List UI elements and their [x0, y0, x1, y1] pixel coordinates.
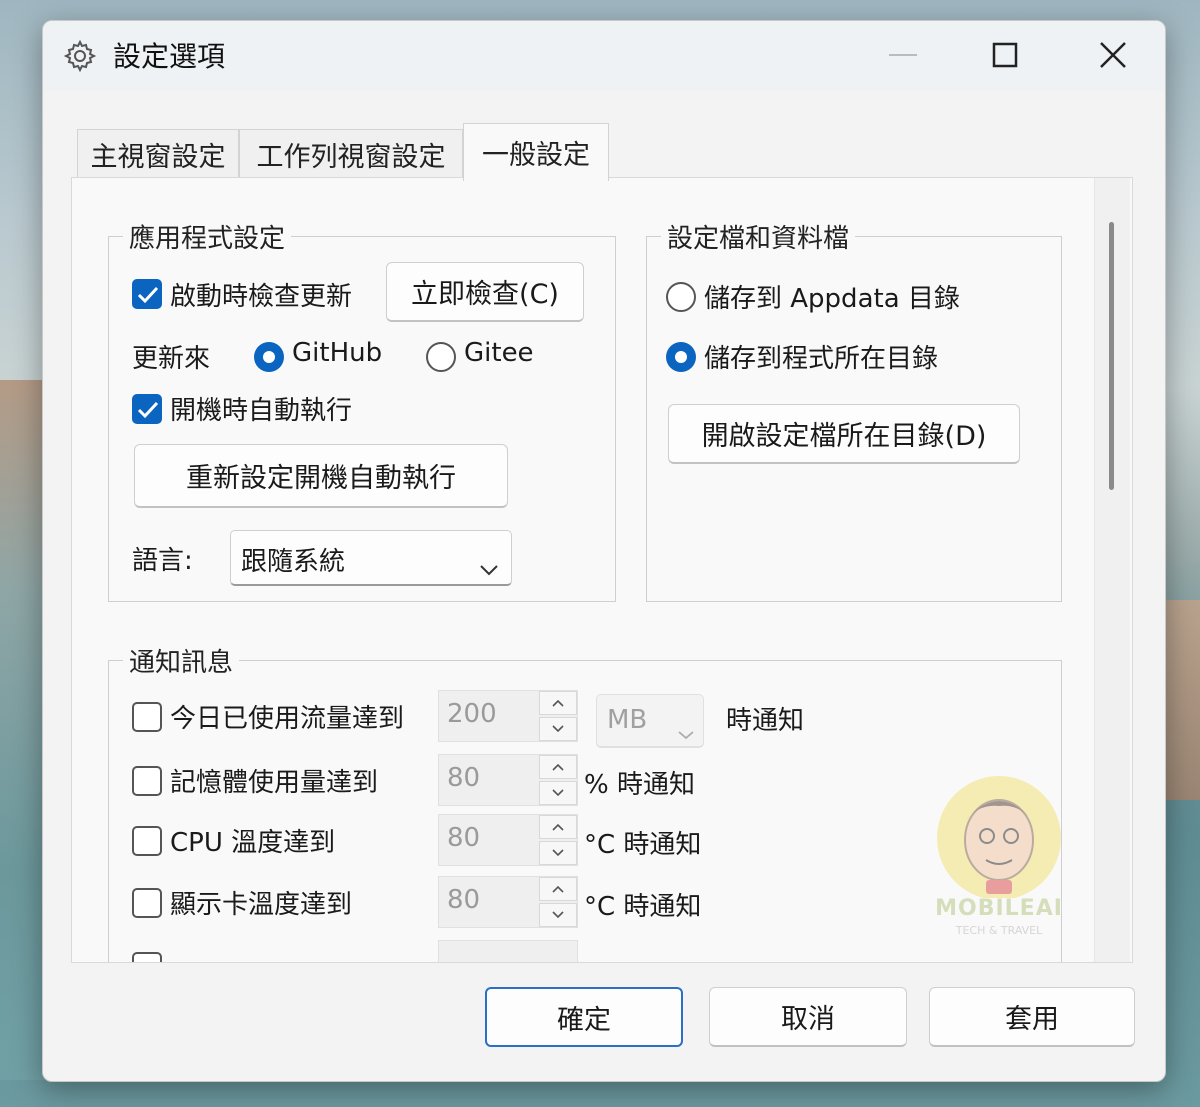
config-files-title: 設定檔和資料檔	[661, 218, 856, 255]
gpu-temp-spinner[interactable]: 80	[438, 876, 578, 928]
check-now-button[interactable]: 立即檢查(C)	[386, 262, 584, 322]
traffic-unit-select[interactable]: MB	[596, 694, 704, 748]
update-source-label: 更新來	[132, 344, 211, 374]
avatar-icon	[937, 776, 1061, 900]
appdata-label: 儲存到 Appdata 目錄	[704, 284, 960, 314]
spin-down-icon[interactable]	[539, 841, 577, 865]
spin-down-icon[interactable]	[539, 781, 577, 805]
program-dir-label: 儲存到程式所在目錄	[704, 344, 939, 374]
traffic-suffix: 時通知	[726, 706, 805, 736]
traffic-unit: MB	[607, 705, 648, 735]
gpu-temp-label: 顯示卡溫度達到	[170, 890, 353, 920]
check-update-checkbox[interactable]	[132, 279, 162, 309]
ok-button[interactable]: 確定	[485, 987, 683, 1047]
background-right	[1162, 600, 1200, 800]
settings-dialog: 設定選項 主視窗設定 工作列視窗設定 一般設定 應用程式設定 啟動時檢查更新 立…	[42, 20, 1166, 1082]
traffic-value: 200	[447, 699, 497, 729]
gitee-label: Gitee	[464, 338, 534, 368]
spin-up-icon[interactable]	[539, 755, 577, 779]
general-settings-panel: 應用程式設定 啟動時檢查更新 立即檢查(C) 更新來 GitHub Gitee …	[71, 177, 1133, 963]
spin-up-icon[interactable]	[539, 877, 577, 901]
maximize-button[interactable]	[973, 31, 1037, 79]
cpu-temp-suffix: °C 時通知	[584, 830, 702, 860]
memory-value: 80	[447, 763, 481, 793]
traffic-label: 今日已使用流量達到	[170, 704, 405, 734]
gpu-temp-value: 80	[447, 885, 481, 915]
memory-checkbox[interactable]	[132, 766, 162, 796]
gpu-temp-checkbox[interactable]	[132, 888, 162, 918]
gpu-temp-suffix: °C 時通知	[584, 892, 702, 922]
partial-row-checkbox[interactable]	[132, 952, 162, 962]
traffic-value-spinner[interactable]: 200	[438, 690, 578, 742]
program-dir-radio[interactable]	[666, 342, 696, 372]
partial-row-spinner[interactable]	[438, 940, 578, 962]
check-update-label: 啟動時檢查更新	[170, 282, 353, 312]
github-radio[interactable]	[254, 342, 284, 372]
cpu-temp-value: 80	[447, 823, 481, 853]
memory-value-spinner[interactable]: 80	[438, 754, 578, 806]
tab-main-window[interactable]: 主視窗設定	[77, 129, 239, 179]
vertical-scrollbar[interactable]	[1094, 178, 1130, 962]
close-button[interactable]	[1081, 31, 1145, 79]
chevron-down-icon	[677, 717, 695, 747]
cancel-button[interactable]: 取消	[709, 987, 907, 1047]
memory-suffix: % 時通知	[584, 770, 695, 800]
minimize-button[interactable]	[871, 31, 935, 79]
spin-up-icon[interactable]	[539, 691, 577, 715]
spin-down-icon[interactable]	[539, 717, 577, 741]
auto-run-label: 開機時自動執行	[170, 396, 353, 426]
watermark-logo: MOBILEAI TECH & TRAVEL	[924, 768, 1074, 958]
language-label: 語言:	[132, 546, 193, 576]
gear-icon	[63, 39, 97, 73]
github-label: GitHub	[292, 338, 383, 368]
appdata-radio[interactable]	[666, 282, 696, 312]
open-config-dir-button[interactable]: 開啟設定檔所在目錄(D)	[668, 404, 1020, 464]
traffic-checkbox[interactable]	[132, 702, 162, 732]
spin-down-icon[interactable]	[539, 903, 577, 927]
gitee-radio[interactable]	[426, 342, 456, 372]
background-left	[0, 380, 46, 1080]
watermark-subtext: TECH & TRAVEL	[955, 924, 1043, 937]
notifications-title: 通知訊息	[123, 642, 240, 679]
reset-auto-run-button[interactable]: 重新設定開機自動執行	[134, 444, 508, 508]
window-title: 設定選項	[113, 40, 226, 73]
apply-button[interactable]: 套用	[929, 987, 1135, 1047]
watermark-text: MOBILEAI	[935, 896, 1063, 921]
title-bar: 設定選項	[43, 21, 1165, 91]
auto-run-checkbox[interactable]	[132, 394, 162, 424]
language-select[interactable]: 跟隨系統	[230, 530, 512, 586]
tab-taskbar-window[interactable]: 工作列視窗設定	[239, 129, 463, 179]
spin-up-icon[interactable]	[539, 815, 577, 839]
app-settings-title: 應用程式設定	[123, 218, 292, 255]
scrollbar-thumb[interactable]	[1109, 222, 1114, 490]
cpu-temp-label: CPU 溫度達到	[170, 828, 336, 858]
chevron-down-icon	[479, 553, 499, 583]
language-value: 跟隨系統	[241, 547, 346, 577]
cpu-temp-spinner[interactable]: 80	[438, 814, 578, 866]
memory-label: 記憶體使用量達到	[170, 768, 379, 798]
tab-general[interactable]: 一般設定	[463, 123, 609, 181]
cpu-temp-checkbox[interactable]	[132, 826, 162, 856]
